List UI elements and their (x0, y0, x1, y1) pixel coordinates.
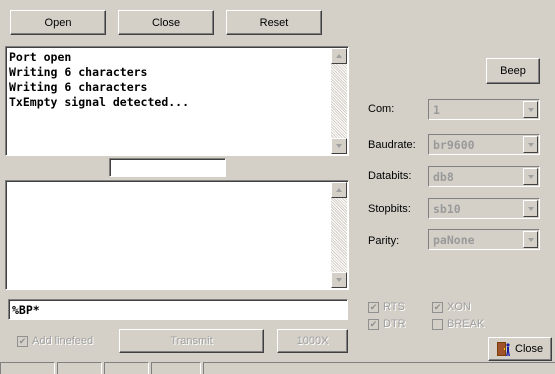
status-panel-5 (203, 362, 555, 374)
dtr-label: DTR (383, 318, 406, 330)
open-button[interactable]: Open (10, 10, 106, 35)
chevron-down-icon (527, 237, 534, 242)
dropdown-arrow[interactable] (523, 200, 538, 217)
output-memo[interactable]: Port open Writing 6 characters Writing 6… (5, 46, 349, 156)
databits-select[interactable]: db8 (428, 166, 540, 187)
up-arrow-icon (336, 188, 342, 192)
break-checkbox[interactable]: BREAK (432, 318, 484, 330)
rts-checkbox[interactable]: ✔ RTS (368, 301, 405, 313)
close-app-label: Close (515, 343, 544, 355)
dropdown-arrow[interactable] (523, 101, 538, 118)
parity-label: Parity: (368, 235, 400, 247)
rts-label: RTS (383, 301, 405, 313)
up-arrow-icon (336, 54, 342, 58)
chevron-down-icon (527, 174, 534, 179)
com-label: Com: (368, 103, 395, 115)
parity-select[interactable]: paNone (428, 229, 540, 250)
status-panel-2 (57, 362, 102, 374)
output-log-text: Port open Writing 6 characters Writing 6… (9, 50, 190, 109)
baudrate-value: br9600 (433, 138, 475, 152)
com-value: 1 (433, 103, 440, 117)
repeat-1000x-button[interactable]: 1000X (277, 329, 348, 353)
output-scrollbar[interactable] (331, 48, 347, 154)
beep-button[interactable]: Beep (486, 58, 540, 84)
baudrate-select[interactable]: br9600 (428, 134, 540, 155)
dropdown-arrow[interactable] (523, 136, 538, 153)
chevron-down-icon (527, 206, 534, 211)
reset-button[interactable]: Reset (226, 10, 322, 35)
down-arrow-icon (336, 278, 342, 282)
small-text-field[interactable] (109, 158, 226, 177)
checkmark-icon: ✔ (368, 318, 379, 330)
status-panel-4 (151, 362, 201, 374)
add-linefeed-label: Add linefeed (32, 335, 94, 347)
input-scrollbar[interactable] (331, 182, 347, 288)
xon-checkbox[interactable]: ✔ XON (432, 301, 471, 313)
checkmark-icon: ✔ (368, 301, 379, 313)
com-select[interactable]: 1 (428, 99, 540, 120)
close-port-button[interactable]: Close (118, 10, 214, 35)
stopbits-label: Stopbits: (368, 203, 411, 215)
stopbits-select[interactable]: sb10 (428, 198, 540, 219)
stopbits-value: sb10 (433, 202, 461, 216)
scroll-up-button[interactable] (331, 182, 347, 198)
parity-value: paNone (433, 233, 475, 247)
door-exit-icon (497, 342, 510, 356)
scroll-down-button[interactable] (331, 272, 347, 288)
scroll-up-button[interactable] (331, 48, 347, 64)
baudrate-label: Baudrate: (368, 139, 416, 151)
status-panel-3 (104, 362, 149, 374)
close-app-button[interactable]: Close (488, 337, 552, 361)
add-linefeed-checkbox[interactable]: ✔ Add linefeed (17, 335, 93, 347)
dtr-checkbox[interactable]: ✔ DTR (368, 318, 406, 330)
empty-checkbox-icon (432, 318, 443, 330)
databits-label: Databits: (368, 170, 412, 182)
scroll-down-button[interactable] (331, 138, 347, 154)
send-input[interactable]: %BP* (8, 299, 348, 320)
transmit-button[interactable]: Transmit (119, 329, 264, 353)
chevron-down-icon (527, 142, 534, 147)
dropdown-arrow[interactable] (523, 168, 538, 185)
break-label: BREAK (447, 318, 485, 330)
down-arrow-icon (336, 144, 342, 148)
xon-label: XON (447, 301, 471, 313)
checkmark-icon: ✔ (432, 301, 443, 313)
checkmark-icon: ✔ (17, 335, 28, 347)
input-memo[interactable] (5, 180, 349, 290)
dropdown-arrow[interactable] (523, 231, 538, 248)
databits-value: db8 (433, 170, 454, 184)
status-panel-1 (0, 362, 55, 374)
chevron-down-icon (527, 107, 534, 112)
send-input-value: %BP* (12, 303, 40, 317)
